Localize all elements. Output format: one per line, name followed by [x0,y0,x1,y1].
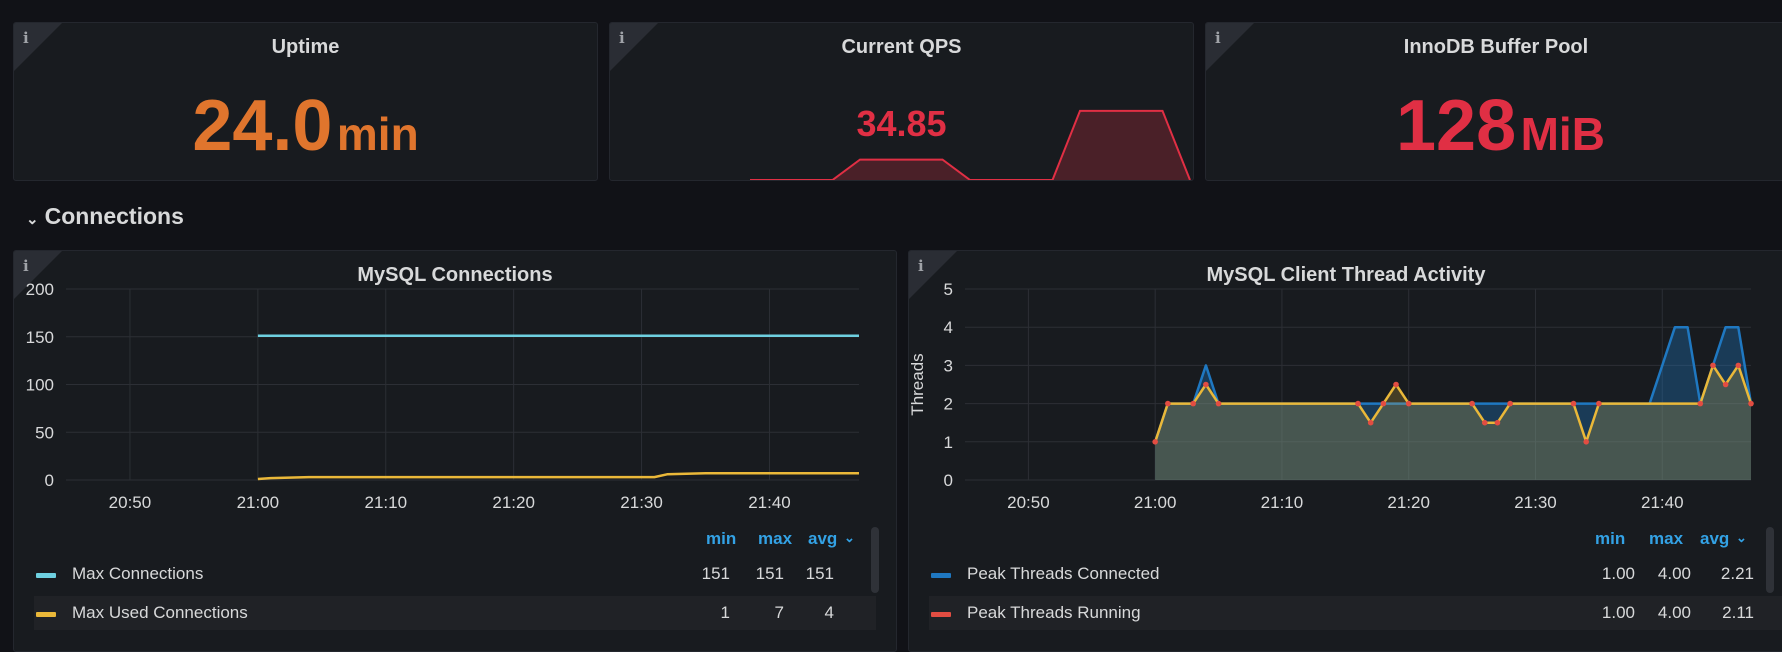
series-point [1722,381,1729,388]
mysql-connections-panel: i MySQL Connections 0 50 100 150 200 20:50 21:… [13,250,897,652]
series-point [1735,362,1742,369]
legend-header-min[interactable]: min [1595,529,1625,549]
row-connections[interactable]: ⌄ Connections [26,203,184,230]
legend-min: 1.00 [1601,603,1635,622]
legend-swatch [931,573,951,578]
legend-min: 151 [701,564,730,583]
legend-max: 4.00 [1657,603,1691,622]
series-point [1481,419,1488,426]
series-point [1393,381,1399,388]
series-point [1748,400,1754,407]
legend-header-max[interactable]: max [758,529,792,549]
x-tick-label: 21:00 [237,493,280,512]
series-point [1596,400,1602,407]
series-point [1570,400,1577,407]
series-line-max-used-connections [257,472,859,481]
series-point [1697,400,1704,407]
series-point [1190,400,1196,407]
x-tick-label: 21:10 [1261,493,1304,512]
chevron-down-icon[interactable]: ⌄ [26,210,39,228]
legend-name: Max Connections [72,564,204,583]
y-tick-label: 3 [944,356,953,375]
legend-swatch [36,612,56,617]
uptime-value: 24.0 [192,86,333,166]
thread-chart: 0 1 2 3 4 5 20:50 21:00 21:10 21:20 21:30 21:40 Thre… [909,280,1754,512]
x-tick-label: 20:50 [109,493,152,512]
legend-min: 1.00 [1601,564,1635,583]
legend-avg: 151 [805,564,834,583]
series-point [1165,400,1171,407]
series-point [1215,400,1222,407]
y-tick-label: 200 [26,280,54,299]
uptime-panel: i Uptime 24.0 min [13,22,598,181]
series-point [1507,400,1513,407]
legend-header-max[interactable]: max [1649,529,1683,549]
y-tick-label: 0 [45,471,54,490]
thread-activity-panel: i MySQL Client Thread Activity 0 1 2 3 4 5 20:… [908,250,1782,652]
innodb-unit: MiB [1520,108,1605,160]
y-axis-label: Threads [909,353,927,415]
chevron-down-icon[interactable]: ⌄ [1736,530,1747,546]
x-tick-label: 20:50 [1007,493,1050,512]
x-tick-label: 21:40 [748,493,791,512]
legend-item[interactable]: Max Used Connections 1 7 4 [34,596,876,630]
legend-name: Peak Threads Running [967,603,1141,622]
series-point [1405,400,1412,407]
series-point [1355,400,1361,407]
legend-name: Max Used Connections [72,603,248,622]
series-point [1583,439,1589,445]
y-tick-label: 5 [944,280,953,299]
y-tick-label: 0 [944,471,953,490]
x-tick-label: 21:30 [1514,493,1557,512]
uptime-unit: min [336,108,419,160]
legend-max: 4.00 [1657,564,1691,583]
legend-min: 1 [720,603,730,622]
x-tick-label: 21:00 [1134,493,1177,512]
legend-avg: 4 [824,603,834,622]
y-tick-label: 2 [944,395,953,414]
series-point [1367,419,1374,426]
y-tick-label: 150 [26,328,54,347]
panel-title: Uptime [271,36,340,58]
legend-swatch [36,573,56,578]
y-tick-label: 100 [26,376,54,395]
uptime-value-group: 24.0 min [14,85,597,167]
qps-panel: i Current QPS 34.85 [609,22,1194,181]
legend-avg: 2.11 [1722,603,1754,622]
legend-header-min[interactable]: min [706,529,736,549]
series-point [1469,400,1475,407]
x-tick-label: 21:20 [492,493,535,512]
legend-item[interactable]: Peak Threads Running 1.00 4.00 2.11 [929,596,1782,630]
y-tick-label: 4 [944,318,953,337]
legend-item[interactable]: Max Connections 151 151 151 [34,557,876,591]
series-point [1494,419,1501,426]
connections-chart: 0 50 100 150 200 20:50 21:00 21:10 21:20 21:30 21:… [26,280,859,512]
legend-header-avg[interactable]: avg [808,529,837,549]
series-point [1380,400,1387,407]
chevron-down-icon[interactable]: ⌄ [844,530,855,546]
legend-swatch [931,612,951,617]
series-point [1203,381,1209,388]
legend-header-avg[interactable]: avg [1700,529,1729,549]
qps-value: 34.85 [856,103,947,144]
innodb-value: 128 [1396,86,1517,166]
x-tick-label: 21:30 [620,493,663,512]
x-tick-label: 21:20 [1387,493,1430,512]
innodb-panel: i InnoDB Buffer Pool 128 MiB [1205,22,1782,181]
qps-sparkline [750,109,1191,180]
series-point [1152,439,1158,445]
x-tick-label: 21:40 [1641,493,1684,512]
x-tick-label: 21:10 [364,493,407,512]
legend-name: Peak Threads Connected [967,564,1160,583]
panel-title: InnoDB Buffer Pool [1403,36,1589,58]
legend-avg: 2.21 [1720,564,1754,583]
y-tick-label: 50 [35,423,54,442]
series-point [1710,362,1716,369]
innodb-value-group: 128 MiB [1396,85,1605,167]
row-title: Connections [44,203,184,229]
legend-item[interactable]: Peak Threads Connected 1.00 4.00 2.21 [929,557,1782,591]
y-tick-label: 1 [944,433,953,452]
